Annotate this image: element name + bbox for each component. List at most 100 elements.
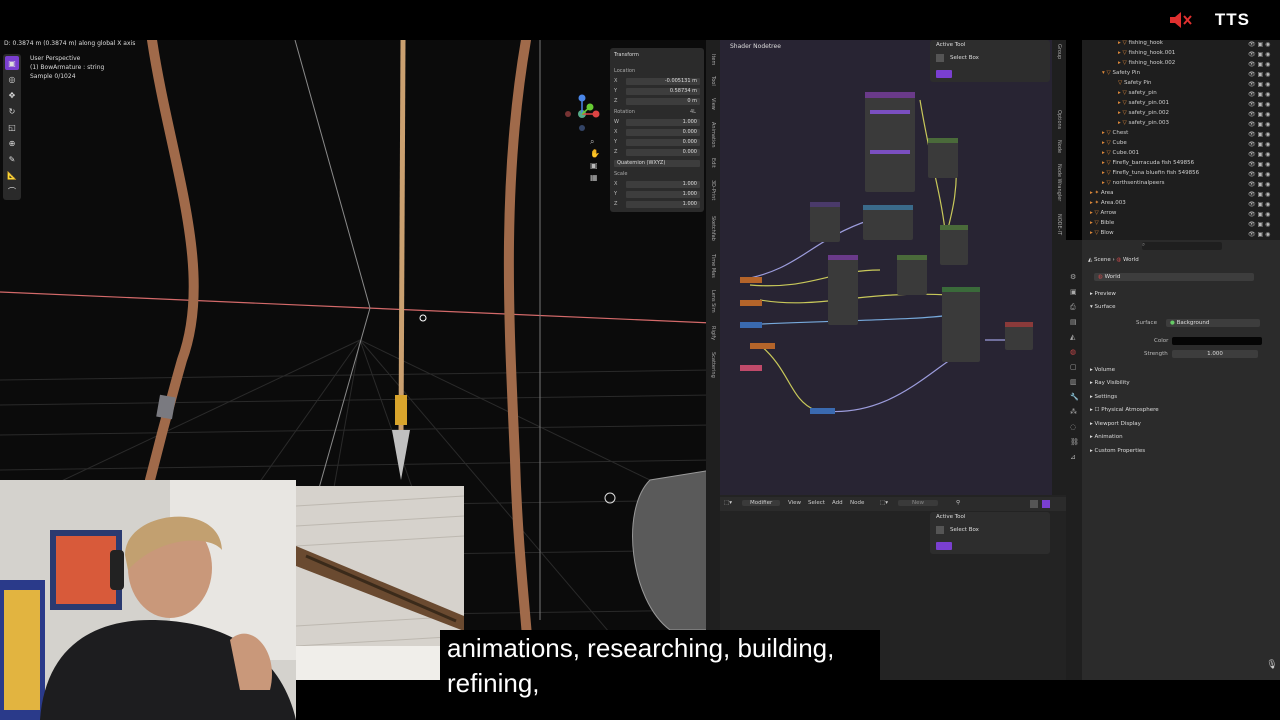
object-tab-icon[interactable]: ▥ [1070,375,1079,390]
pin-icon[interactable]: ⚲ [956,500,960,506]
tab-node-wrangler[interactable]: Node Wrangler [1056,164,1062,201]
location-z-field[interactable]: Z0 m [614,97,700,105]
location-y-field[interactable]: Y 0.58734 m [614,87,700,95]
scale-icon[interactable]: ◱ [5,120,19,134]
rotation-w-field[interactable]: W 1.000 [614,118,700,126]
output-tab-icon[interactable]: ⎙ [1070,300,1079,315]
tab-edit[interactable]: Edit [710,158,716,168]
strength-field[interactable]: 1.000 [1172,350,1258,358]
editor-type-icon[interactable]: ⬚▾ [724,500,732,506]
outliner-row[interactable]: ▸ ▽ safety_pin [1118,90,1157,99]
tab-view[interactable]: View [710,98,716,110]
hand-pan-icon[interactable]: ✋ [590,148,600,160]
section-surface[interactable]: ▾ Surface [1090,304,1115,310]
tab-3d-print[interactable]: 3D-Print [710,180,716,200]
transform-icon[interactable]: ⊕ [5,136,19,150]
select-box-icon[interactable] [936,54,944,62]
outliner-row[interactable]: ▸ ▽ Cube.001 [1102,150,1139,159]
rotate-icon[interactable]: ↻ [5,104,19,118]
select-mode-icons[interactable] [936,70,952,78]
particles-tab-icon[interactable]: ⁂ [1070,405,1079,420]
view-layer-tab-icon[interactable]: ▤ [1070,315,1079,330]
data-tab-icon[interactable]: ⊿ [1070,450,1079,465]
scene-tab-icon[interactable]: ◭ [1070,330,1079,345]
section-physical-atmosphere[interactable]: ▸ ☐ Physical Atmosphere [1090,407,1159,413]
section-animation[interactable]: ▸ Animation [1090,434,1123,440]
add-icon[interactable]: ⌒ [5,184,19,198]
constraints-tab-icon[interactable]: ⛓ [1070,435,1079,450]
gizmo-toggle-icon[interactable] [1042,500,1050,508]
tab-group[interactable]: Group [1056,44,1062,59]
physics-tab-icon[interactable]: ◌ [1070,420,1079,435]
menu-select[interactable]: Select [808,500,825,506]
rotation-x-field[interactable]: X 0.000 [614,128,700,136]
scale-z-field[interactable]: Z 1.000 [614,200,700,208]
scale-x-field[interactable]: X 1.000 [614,180,700,188]
menu-add[interactable]: Add [832,500,843,506]
outliner-row[interactable]: ▸ ▽ Bible [1090,220,1114,229]
outliner-row[interactable]: ▾ ▽ Safety Pin [1102,70,1140,79]
scale-y-field[interactable]: Y 1.000 [614,190,700,198]
section-preview[interactable]: ▸ Preview [1090,291,1116,297]
tab-tool[interactable]: Tool [710,76,716,86]
modifier-dropdown[interactable]: Modifier [742,500,781,506]
tab-node[interactable]: Node [1056,140,1062,153]
world-tab-icon[interactable]: ◍ [1070,345,1079,360]
outliner-row[interactable]: ▸ ▽ fishing_hook.001 [1118,50,1175,59]
surface-shader-field[interactable]: ● Background [1166,319,1260,327]
outliner-row[interactable]: ▸ ▽ safety_pin.003 [1118,120,1169,129]
tab-item[interactable]: Item [710,54,716,65]
visibility-toggles[interactable]: 👁 ▣ ◉ 👁 ▣ ◉ 👁 ▣ ◉ 👁 ▣ ◉ 👁 ▣ ◉ 👁 ▣ ◉ 👁 ▣ ◉ 👁 ▣ ◉… [1248,40,1276,240]
section-ray-visibility[interactable]: ▸ Ray Visibility [1090,380,1130,386]
properties-search[interactable]: ⌕ [1142,242,1222,250]
tool-tab-icon[interactable]: ⚙ [1070,270,1079,285]
rotation-z-field[interactable]: Z 0.000 [614,148,700,156]
tab-node-it[interactable]: NODE-IT [1056,214,1062,235]
tab-options[interactable]: Options [1056,110,1062,129]
outliner[interactable]: ▸ ▽ fishing_hook ▸ ▽ fishing_hook.001 ▸ … [1082,40,1280,240]
outliner-row[interactable]: ▽ Safety Pin [1118,80,1152,89]
outliner-row[interactable]: ▸ ▽ northsentinalpeers [1102,180,1164,189]
outliner-row[interactable]: ▸ ▽ fishing_hook [1118,40,1163,49]
navigation-gizmo[interactable] [560,92,604,136]
select-box-icon[interactable]: ▣ [5,56,19,70]
select-box-label[interactable]: Select Box [950,527,979,533]
outliner-row[interactable]: ▸ ▽ Cube [1102,140,1127,149]
outliner-row[interactable]: ▸ ✦ Area [1090,190,1114,199]
move-icon[interactable]: ✥ [5,88,19,102]
select-mode-icons[interactable] [936,542,952,550]
outliner-row[interactable]: ▸ ▽ safety_pin.001 [1118,100,1169,109]
modifier-tab-icon[interactable]: 🔧 [1070,390,1079,405]
outliner-row[interactable]: ▸ ▽ Firefly_barracuda fish 549856 [1102,160,1194,169]
outliner-row[interactable]: ▸ ▽ Firefly_tuna bluefin fish 549856 [1102,170,1199,179]
tab-time-mas[interactable]: Time Mas [710,254,716,278]
render-tab-icon[interactable]: ▣ [1070,285,1079,300]
tab-sketchfab[interactable]: Sketchfab [710,216,716,241]
cursor-icon[interactable]: ◎ [5,72,19,86]
zoom-icon[interactable]: ⌕ [590,136,600,148]
rotation-mode-select[interactable]: Quaternion (WXYZ) [614,159,700,167]
outliner-row[interactable]: ▸ ▽ Arrow [1090,210,1116,219]
tab-rigify[interactable]: Rigify [710,326,716,340]
section-viewport-display[interactable]: ▸ Viewport Display [1090,421,1141,427]
outliner-row[interactable]: ▸ ✦ Area.003 [1090,200,1126,209]
outliner-row[interactable]: ▸ ▽ fishing_hook.002 [1118,60,1175,69]
overlay-icon[interactable] [1030,500,1038,508]
collection-tab-icon[interactable]: ▢ [1070,360,1079,375]
color-swatch[interactable] [1172,337,1262,345]
annotate-icon[interactable]: ✎ [5,152,19,166]
location-x-field[interactable]: X -0.005131 m [614,77,700,85]
section-custom-properties[interactable]: ▸ Custom Properties [1090,448,1145,454]
section-volume[interactable]: ▸ Volume [1090,367,1115,373]
rotation-y-field[interactable]: Y 0.000 [614,138,700,146]
tab-lens-sim[interactable]: Lens Sim [710,290,716,313]
new-button[interactable]: New [898,500,938,506]
outliner-row[interactable]: ▸ ▽ safety_pin.002 [1118,110,1169,119]
world-name-field[interactable]: ◍ World [1094,273,1254,281]
shader-editor[interactable] [720,40,1066,495]
outliner-row[interactable]: ▸ ▽ Chest [1102,130,1128,139]
menu-node[interactable]: Node [850,500,864,506]
select-box-icon[interactable] [936,526,944,534]
camera-icon[interactable]: ▣ [590,160,600,172]
tab-animation[interactable]: Animation [710,122,716,148]
